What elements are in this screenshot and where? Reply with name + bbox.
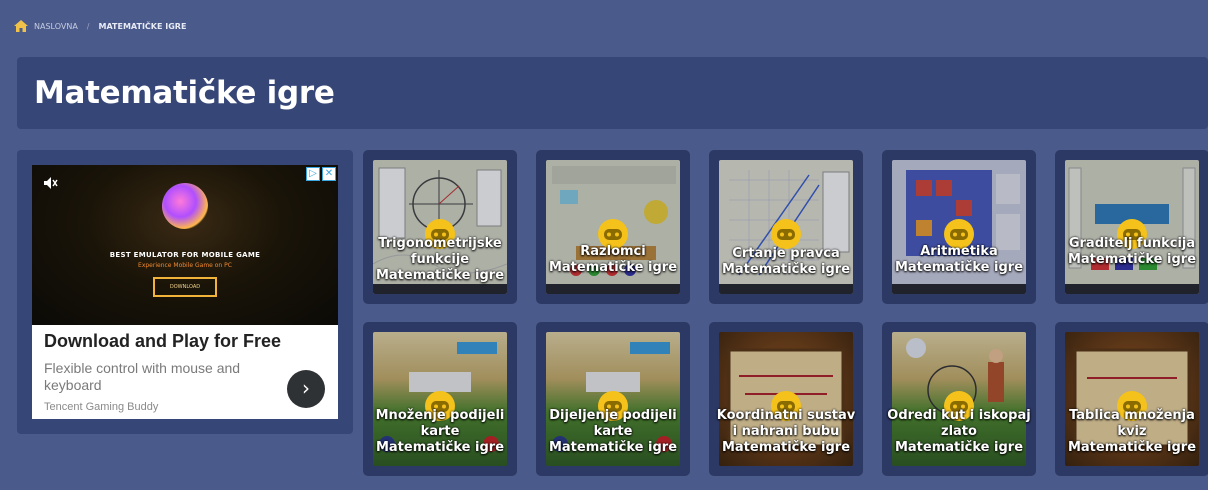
breadcrumb-separator: / [86,21,90,31]
breadcrumb: NASLOVNA / MATEMATIČKE IGRE [14,18,186,34]
breadcrumb-home-link[interactable]: NASLOVNA [34,22,78,31]
game-category: Matematičke igre [894,260,1024,275]
thumbnail-bar [892,284,1026,294]
game-card[interactable]: Crtanje pravca Matematičke igre [709,150,863,304]
game-title-line[interactable]: Množenje podijeli [363,408,517,424]
ad-visual[interactable]: ▷ ✕ BEST EMULATOR FOR MOBILE GAME Experi… [32,165,338,325]
game-card[interactable]: Tablica množenja kviz Matematičke igre [1055,322,1208,476]
game-card[interactable]: Množenje podijeli karte Matematičke igre [363,322,517,476]
page-title: Matematičke igre [34,75,335,111]
game-card[interactable]: Trigonometrijske funkcije Matematičke ig… [363,150,517,304]
ad-subheadline: Experience Mobile Game on PC [138,262,232,269]
game-card[interactable]: Razlomci Matematičke igre [536,150,690,304]
thumbnail-bar [1065,284,1199,294]
gamepad-icon [771,219,801,249]
ad-choices[interactable]: ▷ ✕ [306,167,336,181]
game-category: Matematičke igre [375,440,505,455]
game-thumbnail[interactable] [1065,160,1199,294]
game-card[interactable]: Odredi kut i iskopaj zlato Matematičke i… [882,322,1036,476]
ad-logo-glow [162,183,208,229]
close-icon[interactable]: ✕ [322,167,336,181]
thumbnail-bar [546,284,680,294]
game-category: Matematičke igre [721,262,851,277]
ad-download-button[interactable]: DOWNLOAD [153,277,217,297]
ad-brand: Tencent Gaming Buddy [44,401,159,413]
game-category: Matematičke igre [548,440,678,455]
game-category: Matematičke igre [1067,440,1197,455]
ad-title[interactable]: Download and Play for Free [44,331,281,352]
ad-arrow-button[interactable]: › [287,370,325,408]
game-title-line[interactable]: Odredi kut i iskopaj [882,408,1036,424]
game-card[interactable]: Aritmetika Matematičke igre [882,150,1036,304]
thumbnail-bar [373,284,507,294]
game-title-line[interactable]: i nahrani bubu [709,424,863,440]
game-title-line[interactable]: Dijeljenje podijeli [536,408,690,424]
game-category: Matematičke igre [721,440,851,455]
advertisement[interactable]: ▷ ✕ BEST EMULATOR FOR MOBILE GAME Experi… [32,165,338,419]
game-title-line[interactable]: zlato [882,424,1036,440]
game-category: Matematičke igre [375,268,505,283]
game-card[interactable]: Koordinatni sustav i nahrani bubu Matema… [709,322,863,476]
game-category: Matematičke igre [1067,252,1197,267]
mute-icon[interactable] [42,175,58,191]
page-title-panel: Matematičke igre [17,57,1208,129]
game-title-line[interactable]: Koordinatni sustav [709,408,863,424]
ad-description: Flexible control with mouse and keyboard [44,360,241,393]
game-category: Matematičke igre [894,440,1024,455]
game-title-line[interactable]: Graditelj funkcija [1055,236,1208,252]
adchoices-icon[interactable]: ▷ [306,167,320,181]
game-title-line[interactable]: Aritmetika [882,244,1036,260]
ad-headline: BEST EMULATOR FOR MOBILE GAME [109,251,261,259]
game-title-line[interactable]: funkcije [363,252,517,268]
ad-panel: ▷ ✕ BEST EMULATOR FOR MOBILE GAME Experi… [17,150,353,434]
game-title-line[interactable]: Razlomci [536,244,690,260]
game-title-line[interactable]: karte [536,424,690,440]
thumbnail-bar [719,284,853,294]
game-title-line[interactable]: karte [363,424,517,440]
game-category: Matematičke igre [548,260,678,275]
game-title-line[interactable]: Trigonometrijske [363,236,517,252]
game-title-line[interactable]: Crtanje pravca [709,246,863,262]
game-title-line[interactable]: kviz [1055,424,1208,440]
breadcrumb-current: MATEMATIČKE IGRE [98,21,187,31]
home-icon[interactable] [14,20,28,32]
game-card[interactable]: Dijeljenje podijeli karte Matematičke ig… [536,322,690,476]
game-title-line[interactable]: Tablica množenja [1055,408,1208,424]
game-card[interactable]: Graditelj funkcija Matematičke igre [1055,150,1208,304]
